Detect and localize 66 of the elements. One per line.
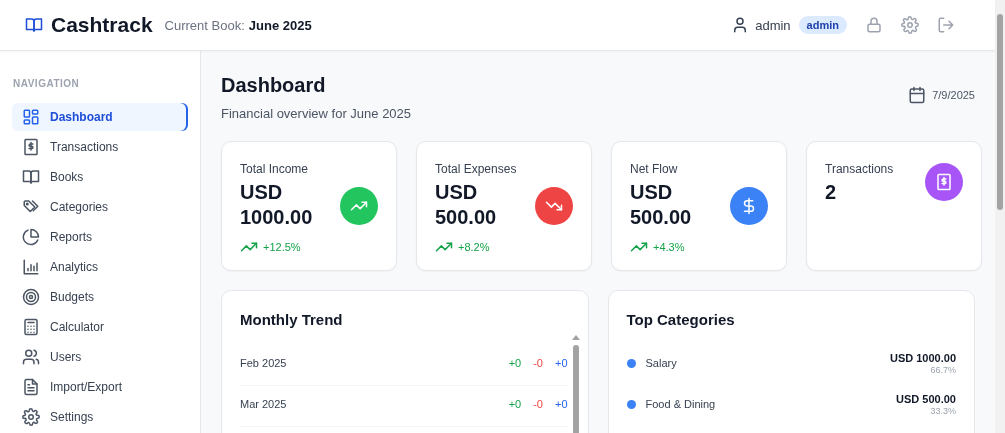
grid-icon: [22, 108, 40, 126]
receipt-icon: [22, 138, 40, 156]
app-logo-text: Cashtrack: [51, 13, 153, 37]
nav-item[interactable]: Users: [12, 343, 188, 371]
income-value: +0: [508, 356, 522, 369]
stat-change: +12.5%: [263, 241, 301, 253]
stat-value: USD 500.00: [630, 180, 693, 230]
nav-item[interactable]: Settings: [12, 403, 188, 431]
stat-value: 2: [825, 180, 838, 205]
calculator-icon: [22, 318, 40, 336]
net-value: +0: [554, 397, 568, 410]
nav-item[interactable]: Analytics: [12, 253, 188, 281]
stat-value: USD 500.00: [435, 180, 498, 230]
stat-label: Total Income: [240, 162, 310, 176]
month-label: Feb 2025: [240, 356, 288, 369]
category-share: 33.3%: [930, 405, 956, 416]
calendar-icon: [908, 86, 927, 104]
bar-chart-icon: [22, 258, 40, 276]
stat-label: Transactions: [825, 162, 895, 176]
nav-item[interactable]: Categories: [12, 193, 188, 221]
book-icon: [25, 16, 43, 34]
expense-value: -0: [533, 356, 543, 369]
role-badge: admin: [798, 16, 847, 34]
nav-item[interactable]: Books: [12, 163, 188, 191]
nav-item[interactable]: Calculator: [12, 313, 188, 341]
users-icon: [22, 348, 40, 366]
category-amount: USD 500.00: [896, 392, 956, 405]
net-value: +0: [554, 356, 568, 369]
current-book-name: June 2025: [248, 17, 312, 33]
category-name: Salary: [645, 357, 678, 369]
nav-item[interactable]: Import/Export: [12, 373, 188, 401]
stat-label: Net Flow: [630, 162, 679, 176]
card-title: Monthly Trend: [240, 311, 344, 328]
lock-icon: [865, 16, 883, 34]
category-share: 66.7%: [930, 364, 956, 375]
stat-label: Total Expenses: [435, 162, 518, 176]
username: admin: [755, 17, 791, 33]
page-subtitle: Financial overview for June 2025: [221, 106, 412, 121]
document-icon: [22, 378, 40, 396]
month-label: Mar 2025: [240, 397, 288, 410]
settings-icon: [22, 408, 40, 426]
expense-value: -0: [533, 397, 543, 410]
nav-item[interactable]: Dashboard: [12, 103, 188, 131]
settings-button[interactable]: [901, 16, 919, 34]
category-name: Food & Dining: [645, 398, 717, 410]
stat-change: +8.2%: [458, 241, 490, 253]
current-book-label: Current Book:: [164, 17, 245, 33]
book-icon: [22, 168, 40, 186]
card-title: Top Categories: [626, 311, 736, 328]
stat-value: USD 1000.00: [240, 180, 314, 230]
pie-chart-icon: [22, 228, 40, 246]
stat-change: +4.3%: [653, 241, 685, 253]
lock-button[interactable]: [865, 16, 883, 34]
nav-item[interactable]: Budgets: [12, 283, 188, 311]
logout-button[interactable]: [937, 16, 955, 34]
category-amount: USD 1000.00: [889, 351, 956, 364]
settings-icon: [901, 16, 919, 34]
logout-icon: [937, 16, 955, 34]
current-date: 7/9/2025: [932, 89, 975, 101]
scrollbar[interactable]: [995, 0, 1005, 433]
nav-heading: NAVIGATION: [13, 78, 81, 89]
income-value: +0: [508, 397, 522, 410]
target-icon: [22, 288, 40, 306]
nav-item[interactable]: Transactions: [12, 133, 188, 161]
page-title: Dashboard: [221, 74, 327, 97]
nav-item[interactable]: Reports: [12, 223, 188, 251]
